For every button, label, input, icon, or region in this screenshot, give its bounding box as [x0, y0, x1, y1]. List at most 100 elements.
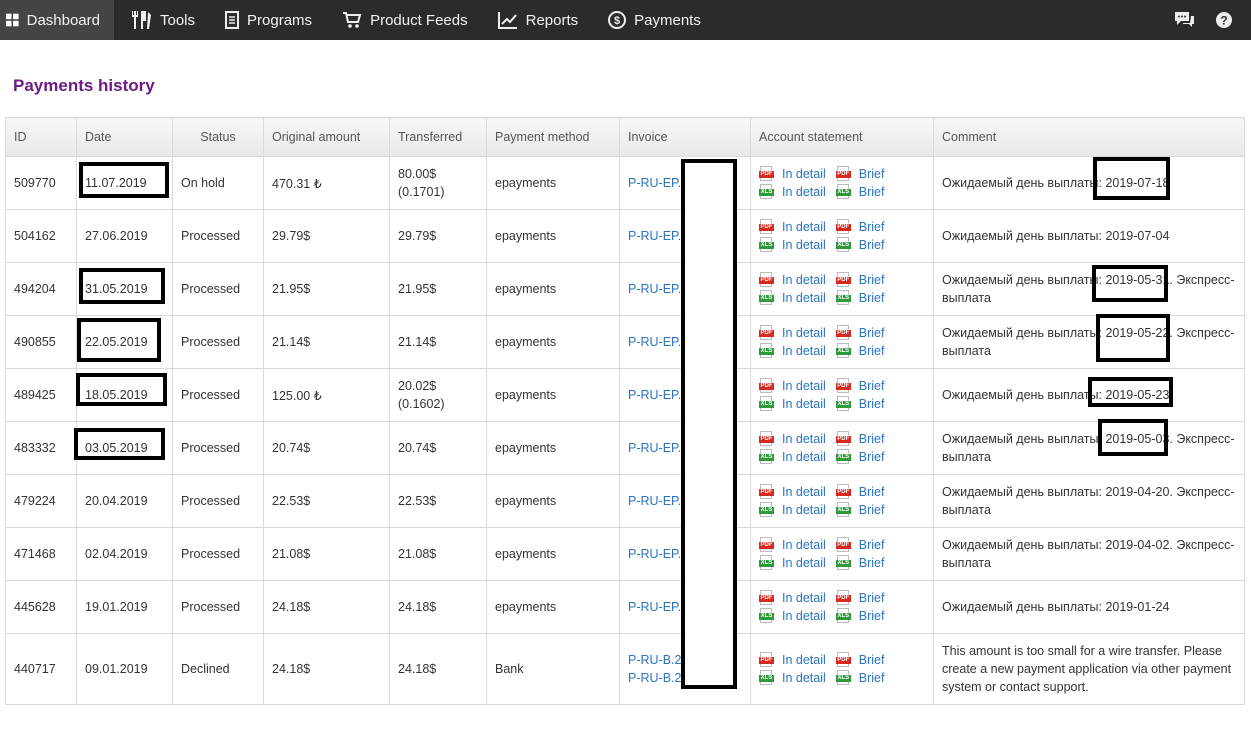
nav-tools[interactable]: Tools — [124, 0, 209, 40]
xls-file-icon: XLS — [759, 449, 774, 465]
nav-dashboard[interactable]: Dashboard — [0, 0, 114, 40]
xls-file-icon: XLS — [835, 670, 851, 686]
transferred-amount: 21.08$ — [398, 547, 437, 561]
statement-pdf-brief-link[interactable]: Brief — [859, 483, 885, 501]
statement-pdf-detail-link[interactable]: In detail — [782, 430, 826, 448]
header-invoice[interactable]: Invoice — [619, 117, 751, 157]
table-row: 445628 19.01.2019 Processed 24.18$ 24.18$ epa… — [5, 580, 1245, 634]
pdf-file-icon: PDF — [835, 590, 851, 606]
help-icon[interactable]: ? — [1211, 7, 1237, 33]
pdf-file-icon: PDF — [759, 590, 774, 606]
statement-pdf-brief-link[interactable]: Brief — [859, 536, 885, 554]
statement-xls-detail-link[interactable]: In detail — [782, 669, 826, 687]
statement-xls-detail-link[interactable]: In detail — [782, 501, 826, 519]
statement-xls-brief-link[interactable]: Brief — [859, 183, 885, 201]
nav-payments[interactable]: $ Payments — [602, 0, 715, 40]
pdf-file-icon: PDF — [759, 431, 774, 447]
header-original-amount[interactable]: Original amount — [263, 117, 390, 157]
cell-transferred: 22.53$ — [389, 474, 487, 528]
statement-xls-detail-link[interactable]: In detail — [782, 342, 826, 360]
header-status[interactable]: Status — [172, 117, 264, 157]
statement-pdf-detail-link[interactable]: In detail — [782, 165, 826, 183]
table-row: 494204 31.05.2019 Processed 21.95$ 21.95$ epa… — [5, 262, 1245, 316]
statement-pdf-brief-link[interactable]: Brief — [859, 430, 885, 448]
statement-xls-detail-link[interactable]: In detail — [782, 448, 826, 466]
comment-text: Ожидаемый день выплаты: 2019-05-03. Эксп… — [942, 432, 1235, 446]
transferred-amount: 21.95$ — [398, 282, 437, 296]
cell-original-amount: 470.31 ₺ — [263, 156, 390, 210]
statement-xls-detail-link[interactable]: In detail — [782, 236, 826, 254]
comment-text-cont: выплата — [942, 291, 991, 305]
statement-pdf-brief-link[interactable]: Brief — [859, 271, 885, 289]
cell-comment: Ожидаемый день выплаты: 2019-04-20. Эксп… — [933, 474, 1245, 528]
svg-text:?: ? — [1220, 14, 1227, 28]
comment-text: Ожидаемый день выплаты: 2019-07-04 — [942, 229, 1170, 243]
exchange-rate: (0.1701) — [398, 185, 445, 199]
statement-xls-brief-link[interactable]: Brief — [859, 501, 885, 519]
cell-id: 509770 — [5, 156, 77, 210]
pdf-file-icon: PDF — [835, 652, 851, 668]
xls-file-icon: XLS — [835, 290, 851, 306]
xls-file-icon: XLS — [835, 608, 851, 624]
tools-icon — [132, 11, 151, 29]
statement-xls-brief-link[interactable]: Brief — [859, 607, 885, 625]
cell-status: Processed — [172, 527, 264, 581]
statement-pdf-detail-link[interactable]: In detail — [782, 536, 826, 554]
statement-xls-brief-link[interactable]: Brief — [859, 395, 885, 413]
statement-xls-brief-link[interactable]: Brief — [859, 448, 885, 466]
statement-xls-brief-link[interactable]: Brief — [859, 554, 885, 572]
header-comment[interactable]: Comment — [933, 117, 1245, 157]
statement-xls-brief-link[interactable]: Brief — [859, 342, 885, 360]
xls-file-icon: XLS — [835, 502, 851, 518]
statement-xls-detail-link[interactable]: In detail — [782, 554, 826, 572]
cell-account-statement: PDF In detail PDF Brief XLS In detail XLS Brief — [750, 633, 934, 705]
nav-payments-label: Payments — [634, 11, 701, 29]
chat-icon[interactable] — [1171, 7, 1197, 33]
cell-id: 490855 — [5, 315, 77, 369]
statement-pdf-brief-link[interactable]: Brief — [859, 651, 885, 669]
statement-pdf-detail-link[interactable]: In detail — [782, 271, 826, 289]
transferred-amount: 24.18$ — [398, 600, 437, 614]
cell-payment-method: epayments — [486, 527, 620, 581]
statement-xls-detail-link[interactable]: In detail — [782, 289, 826, 307]
statement-pdf-brief-link[interactable]: Brief — [859, 324, 885, 342]
comment-text: Ожидаемый день выплаты: 2019-05-22. Эксп… — [942, 326, 1235, 340]
nav-reports[interactable]: Reports — [492, 0, 593, 40]
statement-pdf-brief-link[interactable]: Brief — [859, 377, 885, 395]
header-date[interactable]: Date — [76, 117, 173, 157]
cell-payment-method: epayments — [486, 209, 620, 263]
statement-pdf-brief-link[interactable]: Brief — [859, 218, 885, 236]
statement-pdf-detail-link[interactable]: In detail — [782, 218, 826, 236]
header-account-statement[interactable]: Account statement — [750, 117, 934, 157]
statement-pdf-detail-link[interactable]: In detail — [782, 483, 826, 501]
statement-xls-brief-link[interactable]: Brief — [859, 236, 885, 254]
cell-transferred: 80.00$ (0.1701) — [389, 156, 487, 210]
statement-pdf-detail-link[interactable]: In detail — [782, 651, 826, 669]
table-row: 504162 27.06.2019 Processed 29.79$ 29.79$ epa… — [5, 209, 1245, 263]
statement-xls-brief-link[interactable]: Brief — [859, 289, 885, 307]
xls-file-icon: XLS — [835, 449, 851, 465]
statement-xls-detail-link[interactable]: In detail — [782, 607, 826, 625]
header-transferred[interactable]: Transferred — [389, 117, 487, 157]
transferred-amount: 24.18$ — [398, 662, 437, 676]
statement-pdf-detail-link[interactable]: In detail — [782, 377, 826, 395]
statement-pdf-brief-link[interactable]: Brief — [859, 165, 885, 183]
cell-original-amount: 21.95$ — [263, 262, 390, 316]
xls-file-icon: XLS — [835, 396, 851, 412]
statement-pdf-detail-link[interactable]: In detail — [782, 589, 826, 607]
statement-xls-brief-link[interactable]: Brief — [859, 669, 885, 687]
statement-pdf-brief-link[interactable]: Brief — [859, 589, 885, 607]
statement-pdf-detail-link[interactable]: In detail — [782, 324, 826, 342]
header-id[interactable]: ID — [5, 117, 77, 157]
nav-programs[interactable]: Programs — [219, 0, 326, 40]
pdf-file-icon: PDF — [759, 272, 774, 288]
header-payment-method[interactable]: Payment method — [486, 117, 620, 157]
cell-comment: Ожидаемый день выплаты: 2019-05-31. Эксп… — [933, 262, 1245, 316]
statement-xls-detail-link[interactable]: In detail — [782, 395, 826, 413]
cell-date: 09.01.2019 — [76, 633, 173, 705]
statement-xls-detail-link[interactable]: In detail — [782, 183, 826, 201]
xls-file-icon: XLS — [835, 184, 851, 200]
transferred-amount: 22.53$ — [398, 494, 437, 508]
comment-text: Ожидаемый день выплаты: 2019-01-24 — [942, 600, 1170, 614]
nav-product-feeds[interactable]: Product Feeds — [336, 0, 482, 40]
